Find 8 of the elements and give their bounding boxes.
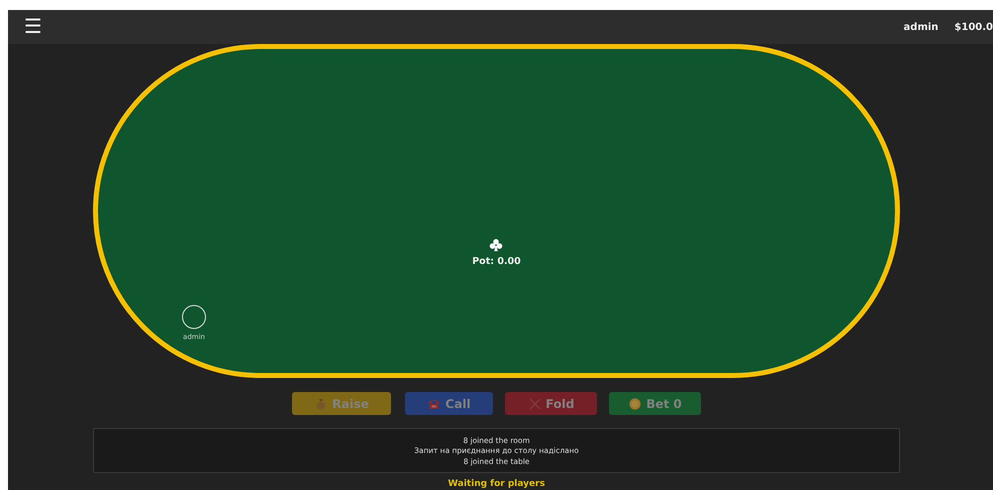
menu-button[interactable]: ☰ (20, 17, 46, 37)
pot-amount: Pot: 0.00 (472, 256, 521, 266)
balance: $100.0 (954, 22, 993, 32)
club-icon (489, 238, 504, 252)
status-text: Waiting for players (448, 479, 545, 489)
seat-circle[interactable] (182, 305, 206, 329)
coin-icon (628, 396, 642, 410)
username: admin (904, 22, 938, 32)
